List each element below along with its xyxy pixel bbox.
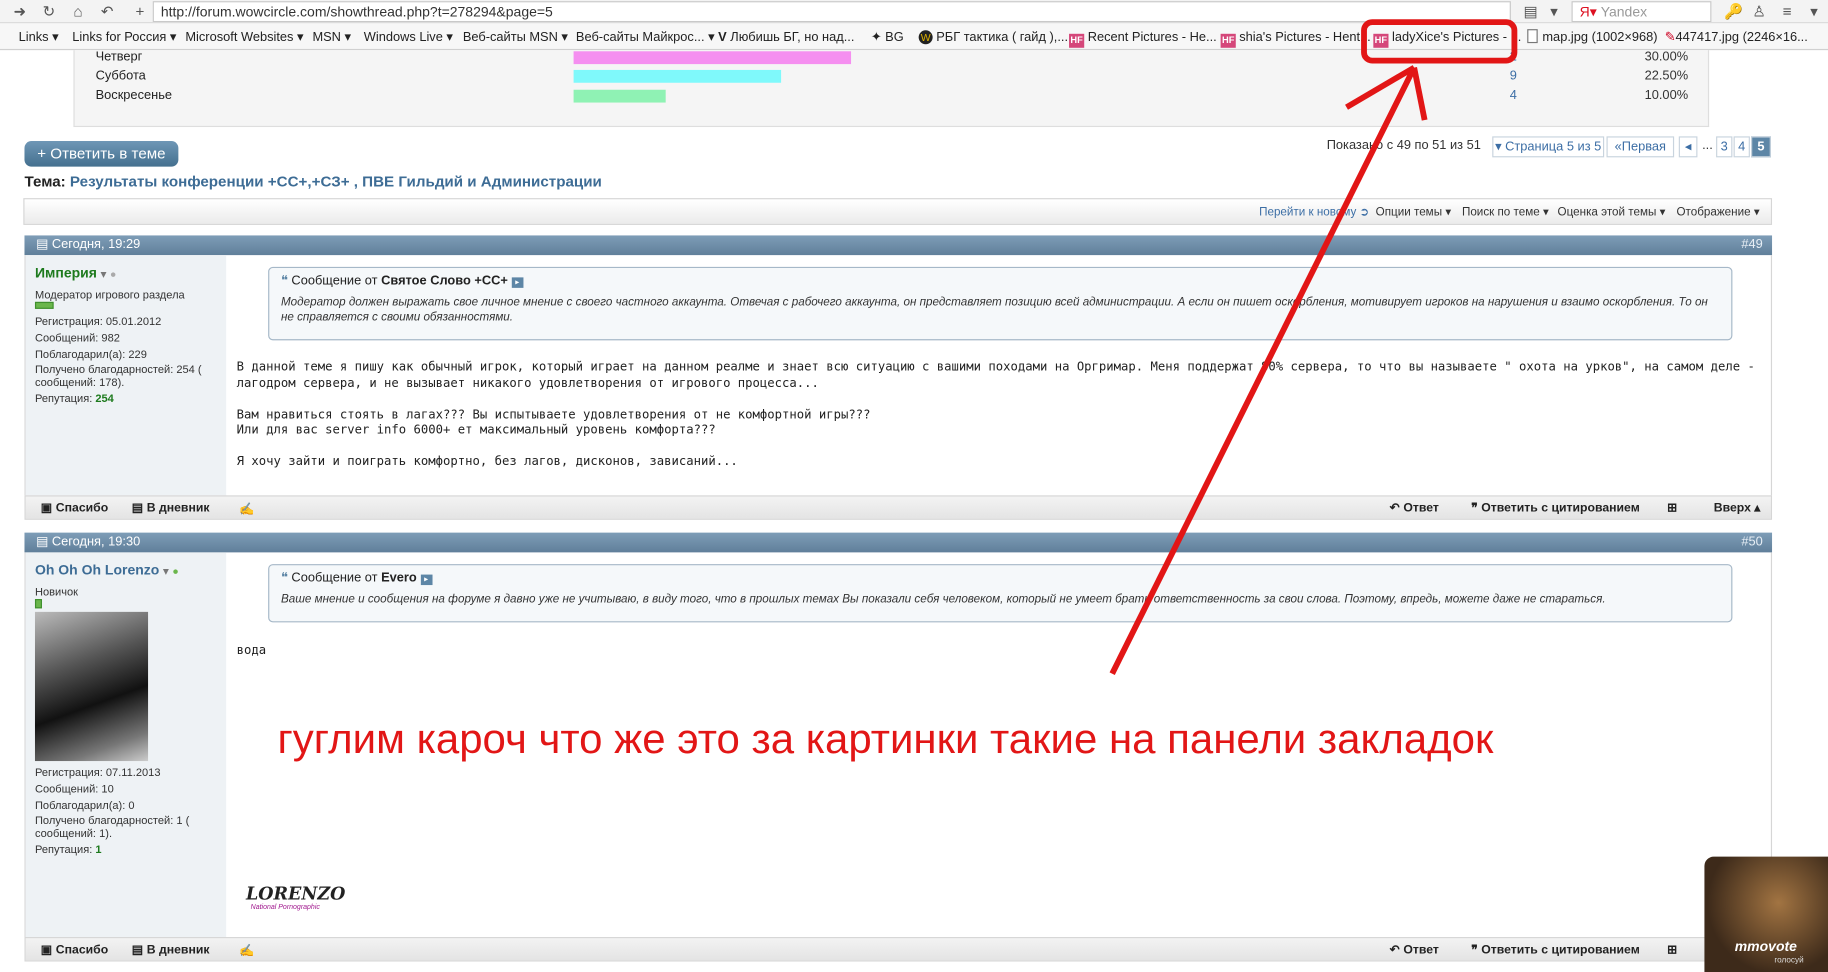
arrow-shaft [1109, 66, 1417, 675]
arrow-head-right [1411, 67, 1428, 121]
mmovote-watermark: mmovote голосуй [1704, 856, 1828, 972]
annotation-overlay [1109, 19, 1518, 675]
highlight-box [1361, 19, 1518, 64]
watermark-brand: mmovote [1734, 938, 1797, 955]
annotation-caption: гуглим кароч что же это за картинки таки… [277, 714, 1494, 763]
watermark-sub: голосуй [1774, 956, 1804, 966]
